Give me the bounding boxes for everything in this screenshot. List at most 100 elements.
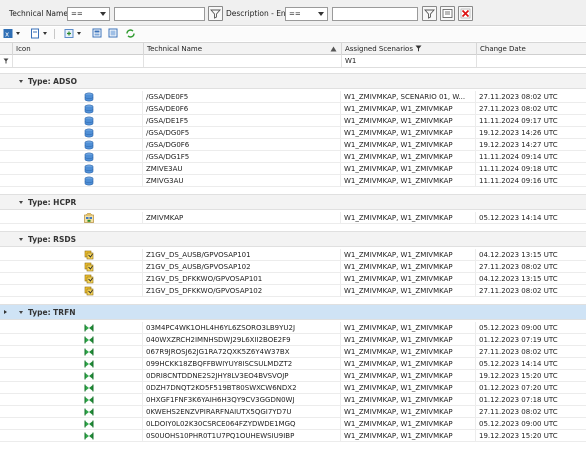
table-row[interactable]: 0DZH7DNQT2KO5F519BT80SWXCW6NDX2 W1_ZMIVMK… — [0, 382, 586, 394]
table-row[interactable]: Z1GV_DS_AUSB/GPVOSAP101 W1_ZMIVMKAP, W1_Z… — [0, 249, 586, 261]
table-row[interactable]: ZMIVE3AU W1_ZMIVMKAP, W1_ZMIVMKAP 11.11.20… — [0, 163, 586, 175]
description-input[interactable] — [332, 7, 418, 21]
clear-filter-button[interactable] — [458, 6, 473, 21]
transformation-icon — [84, 383, 94, 393]
technical-name-cell: /GSA/DG0F5 — [146, 129, 190, 137]
assigned-scenarios-cell: W1_ZMIVMKAP, W1_ZMIVMKAP — [344, 372, 453, 380]
datasource-icon — [84, 274, 94, 284]
group-spacer — [0, 224, 586, 231]
filter-settings-button[interactable] — [440, 6, 455, 21]
column-header-icon[interactable]: Icon — [12, 43, 143, 55]
change-date-cell: 11.11.2024 09:17 UTC — [479, 117, 558, 125]
change-date-cell: 01.12.2023 07:19 UTC — [479, 336, 558, 344]
table-row[interactable]: /GSA/DG1F5 W1_ZMIVMKAP, W1_ZMIVMKAP 11.11.… — [0, 151, 586, 163]
assigned-scenarios-cell: W1_ZMIVMKAP, W1_ZMIVMKAP — [344, 432, 453, 440]
datasource-icon — [84, 262, 94, 272]
change-date-cell: 05.12.2023 09:00 UTC — [479, 420, 558, 428]
assigned-scenarios-cell: W1_ZMIVMKAP, SCENARIO 01, W... — [344, 93, 466, 101]
collapse-all-icon[interactable] — [108, 28, 119, 39]
chevron-down-icon[interactable] — [16, 32, 20, 35]
toolbar-separator — [54, 29, 55, 39]
group-spacer — [0, 187, 586, 194]
chevron-down-icon[interactable] — [77, 32, 81, 35]
column-header-assigned-scenarios[interactable]: Assigned Scenarios — [341, 43, 476, 55]
apply-filter-button[interactable] — [422, 6, 437, 21]
table-row[interactable]: ZMIVMKAP W1_ZMIVMKAP, W1_ZMIVMKAP 05.12.20… — [0, 212, 586, 224]
group-expand-icon[interactable] — [19, 311, 23, 314]
technical-name-input[interactable] — [114, 7, 205, 21]
assigned-scenarios-cell: W1_ZMIVMKAP, W1_ZMIVMKAP — [344, 324, 453, 332]
column-header-technical-name-label: Technical Name — [147, 45, 203, 53]
table-row[interactable]: ZMIVG3AU W1_ZMIVMKAP, W1_ZMIVMKAP 11.11.20… — [0, 175, 586, 187]
technical-name-value-help-button[interactable] — [208, 6, 223, 21]
table-row[interactable]: 0S0UOHS10PHR0T1U7PQ1OUHEWSIU9IBP W1_ZMIVM… — [0, 430, 586, 442]
close-icon — [460, 8, 471, 19]
technical-name-cell: /GSA/DE0F6 — [146, 105, 189, 113]
toolbar: x — [0, 27, 586, 41]
change-date-cell: 01.12.2023 07:18 UTC — [479, 396, 558, 404]
filter-cell-technical-name[interactable] — [143, 55, 341, 67]
assigned-scenarios-cell: W1_ZMIVMKAP, W1_ZMIVMKAP — [344, 348, 453, 356]
filter-cell-icon[interactable] — [12, 55, 143, 67]
table-row[interactable]: /GSA/DG0F6 W1_ZMIVMKAP, W1_ZMIVMKAP 19.12.… — [0, 139, 586, 151]
change-date-cell: 11.11.2024 09:14 UTC — [479, 153, 558, 161]
filter-row-funnel-icon — [3, 58, 9, 64]
table-row[interactable]: 067R9JROSJ62JG1RA72QXK5Z6Y4W37BX W1_ZMIVM… — [0, 346, 586, 358]
group-header-row[interactable]: Type: ADSO — [0, 73, 586, 89]
expand-all-icon[interactable] — [92, 28, 103, 39]
assigned-scenarios-cell: W1_ZMIVMKAP, W1_ZMIVMKAP — [344, 420, 453, 428]
change-date-cell: 01.12.2023 07:20 UTC — [479, 384, 558, 392]
assigned-scenarios-cell: W1_ZMIVMKAP, W1_ZMIVMKAP — [344, 336, 453, 344]
assigned-scenarios-cell: W1_ZMIVMKAP, W1_ZMIVMKAP — [344, 153, 453, 161]
technical-name-operator-value: == — [71, 10, 83, 18]
change-date-cell: 05.12.2023 14:14 UTC — [479, 214, 558, 222]
table-row[interactable]: Z1GV_DS_DFKKWO/GPVOSAP102 W1_ZMIVMKAP, W1… — [0, 285, 586, 297]
group-expand-icon[interactable] — [19, 238, 23, 241]
table-row[interactable]: /GSA/DE0F5 W1_ZMIVMKAP, SCENARIO 01, W...… — [0, 91, 586, 103]
table-row[interactable]: 099HCKK18ZBQFFBWIYUY8ISCSULMDZT2 W1_ZMIVM… — [0, 358, 586, 370]
database-cylinder-icon — [84, 128, 94, 138]
database-cylinder-icon — [84, 92, 94, 102]
objects-grid: Icon Technical Name Assigned Scenarios C… — [0, 42, 586, 455]
table-row[interactable]: /GSA/DG0F5 W1_ZMIVMKAP, W1_ZMIVMKAP 19.12.… — [0, 127, 586, 139]
column-header-technical-name[interactable]: Technical Name — [143, 43, 341, 55]
table-row[interactable]: 0LDOIY0L02K30CSRCE064FZYDWDE1MGQ W1_ZMIVM… — [0, 418, 586, 430]
table-row[interactable]: /GSA/DE1F5 W1_ZMIVMKAP, W1_ZMIVMKAP 11.11.… — [0, 115, 586, 127]
table-row[interactable]: Z1GV_DS_DFKKWO/GPVOSAP101 W1_ZMIVMKAP, W1… — [0, 273, 586, 285]
change-date-cell: 04.12.2023 13:15 UTC — [479, 251, 558, 259]
table-row[interactable]: /GSA/DE0F6 W1_ZMIVMKAP, W1_ZMIVMKAP 27.11.… — [0, 103, 586, 115]
column-header-change-date[interactable]: Change Date — [476, 43, 586, 55]
assigned-scenarios-cell: W1_ZMIVMKAP, W1_ZMIVMKAP — [344, 384, 453, 392]
group-expand-icon[interactable] — [19, 201, 23, 204]
grid-header: Icon Technical Name Assigned Scenarios C… — [0, 42, 586, 55]
add-item-icon[interactable] — [64, 28, 75, 39]
description-operator-select[interactable]: == — [285, 7, 328, 21]
technical-name-cell: ZMIVE3AU — [146, 165, 183, 173]
transformation-icon — [84, 431, 94, 441]
change-date-cell: 05.12.2023 09:00 UTC — [479, 324, 558, 332]
table-row[interactable]: Z1GV_DS_AUSB/GPVOSAP102 W1_ZMIVMKAP, W1_Z… — [0, 261, 586, 273]
transformation-icon — [84, 395, 94, 405]
group-header-row[interactable]: Type: TRFN — [0, 304, 586, 320]
technical-name-operator-select[interactable]: == — [67, 7, 110, 21]
group-header-row[interactable]: Type: HCPR — [0, 194, 586, 210]
group-label: Type: ADSO — [28, 77, 77, 86]
table-row[interactable]: 0DRI8CNTDDNE2S2JHY8LV3EO4BVSVOJP W1_ZMIVM… — [0, 370, 586, 382]
export-excel-icon[interactable]: x — [3, 28, 14, 39]
chevron-down-icon[interactable] — [43, 32, 47, 35]
group-header-row[interactable]: Type: RSDS — [0, 231, 586, 247]
group-expand-icon[interactable] — [19, 80, 23, 83]
filter-funnel-icon — [424, 9, 435, 19]
table-row[interactable]: 03M4PC4WK1OHL4H6YL6ZSORO3LB9YU2J W1_ZMIVM… — [0, 322, 586, 334]
change-date-cell: 27.11.2023 08:02 UTC — [479, 263, 558, 271]
table-row[interactable]: 040WXZRCH2IMNHSDWJ29L6XII2BOE2F9 W1_ZMIVM… — [0, 334, 586, 346]
refresh-icon[interactable] — [125, 28, 136, 39]
filter-cell-change-date[interactable] — [476, 55, 586, 67]
change-date-cell: 27.11.2023 08:02 UTC — [479, 348, 558, 356]
assigned-scenarios-cell: W1_ZMIVMKAP, W1_ZMIVMKAP — [344, 408, 453, 416]
document-icon[interactable] — [30, 28, 41, 39]
current-row-indicator-icon — [4, 310, 7, 314]
table-row[interactable]: 0KWEHS2ENZVPIRARFNAIUTX5QGI7YD7U W1_ZMIVM… — [0, 406, 586, 418]
filter-cell-assigned-scenarios[interactable]: W1 — [341, 55, 476, 67]
table-row[interactable]: 0HXGF1FNF3K6YAIH6H3QY9CV3GGDN0WJ W1_ZMIVM… — [0, 394, 586, 406]
